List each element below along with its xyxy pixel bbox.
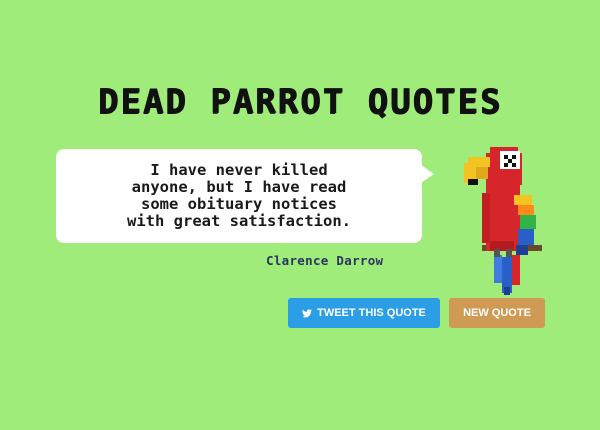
new-quote-label: NEW QUOTE: [463, 307, 531, 319]
page-title: DEAD PARROT QUOTES: [97, 82, 503, 122]
parrot-icon: [464, 147, 542, 295]
quote-bubble: I have never killed anyone, but I have r…: [56, 149, 434, 243]
quote-text: I have never killed anyone, but I have r…: [127, 161, 351, 230]
tweet-quote-label: TWEET THIS QUOTE: [317, 307, 426, 319]
twitter-icon: [302, 308, 313, 317]
page: DEAD PARROT QUOTES I have never killed a…: [0, 0, 600, 430]
new-quote-button[interactable]: NEW QUOTE: [449, 298, 545, 328]
quote-author: Clarence Darrow: [266, 253, 384, 268]
tweet-quote-button[interactable]: TWEET THIS QUOTE: [288, 298, 440, 328]
